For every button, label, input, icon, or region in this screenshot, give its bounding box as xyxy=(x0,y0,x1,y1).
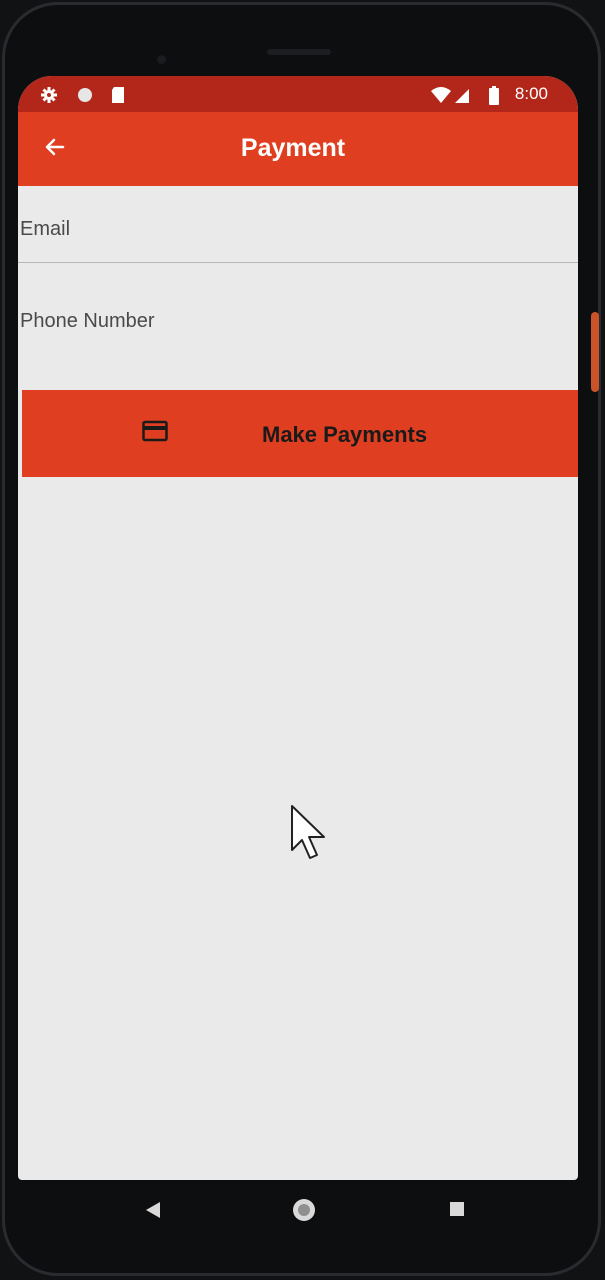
credit-card-icon xyxy=(142,420,168,447)
front-camera xyxy=(157,55,166,64)
battery-icon xyxy=(488,86,500,111)
home-circle-icon[interactable] xyxy=(291,1197,317,1228)
email-label: Email xyxy=(20,218,71,240)
make-payments-label: Make Payments xyxy=(262,422,428,447)
app-bar: Payment xyxy=(18,112,578,186)
power-key xyxy=(591,312,599,392)
mouse-cursor-icon xyxy=(290,804,330,869)
phone-number-field[interactable]: Phone Number xyxy=(18,264,578,388)
recents-square-icon[interactable] xyxy=(448,1200,466,1223)
make-payments-button[interactable]: Make Payments xyxy=(22,390,578,477)
sim-card-icon xyxy=(110,86,126,109)
page-title: Payment xyxy=(240,134,346,162)
signal-icon xyxy=(454,86,470,109)
status-bar: 8:00 xyxy=(18,76,578,112)
phone-number-label: Phone Number xyxy=(20,310,155,332)
navigation-bar xyxy=(18,1180,578,1244)
speaker-grille xyxy=(267,49,331,55)
email-field[interactable]: Email xyxy=(18,186,578,263)
status-time: 8:00 xyxy=(514,84,548,103)
circle-icon xyxy=(76,86,94,109)
settings-icon xyxy=(40,86,58,109)
app-screen: 8:00 Payment Email Phone Number Make Pay… xyxy=(18,76,578,1180)
wifi-icon xyxy=(430,86,452,109)
back-triangle-icon[interactable] xyxy=(144,1200,162,1225)
